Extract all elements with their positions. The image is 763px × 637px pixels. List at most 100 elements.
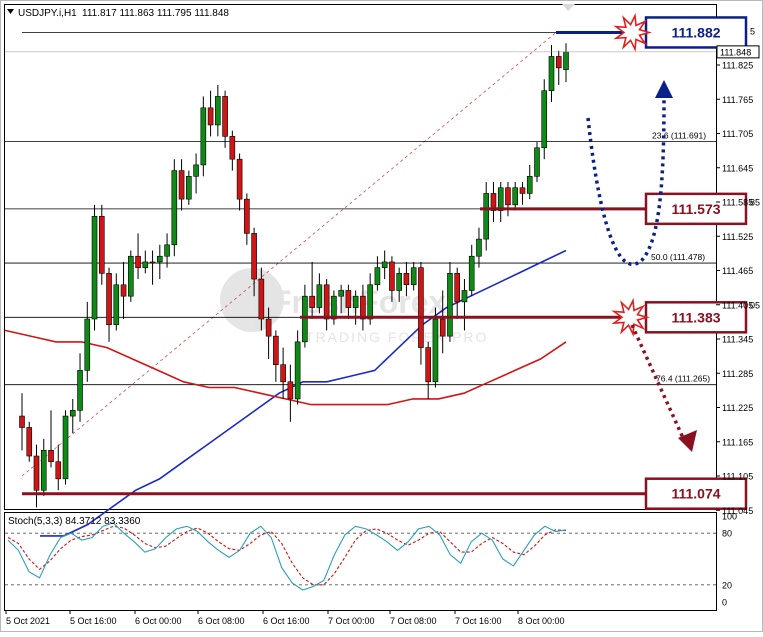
time-tick-label: 5 Oct 16:00 — [70, 616, 117, 626]
candle — [98, 204, 105, 285]
candle-body — [258, 278, 265, 320]
candle — [200, 96, 207, 177]
candle-body — [367, 284, 373, 320]
candle-body — [410, 267, 417, 286]
time-tick-label: 6 Oct 00:00 — [135, 616, 182, 626]
candle-body — [302, 295, 308, 343]
price-tick-label: 111.705 — [722, 129, 753, 139]
candle-body — [236, 158, 243, 200]
price-tick-label: 111.225 — [722, 403, 753, 413]
price-tick-label: 111.585 — [722, 198, 753, 208]
candle-body — [62, 415, 69, 480]
candle-body — [26, 427, 33, 457]
candle-body — [483, 193, 490, 240]
candle — [171, 159, 178, 257]
stoch-level-label: 100 — [722, 512, 737, 522]
candle-body — [40, 450, 47, 491]
candle-body — [425, 347, 431, 383]
stoch-level-label: 0 — [722, 598, 727, 608]
candle-body — [323, 284, 330, 320]
candle-body — [207, 107, 214, 126]
candle — [447, 261, 453, 342]
candle-body — [497, 187, 504, 211]
stoch-level-label: 20 — [722, 580, 732, 590]
candle-body — [352, 295, 359, 308]
fib-level-label: 23.6 (111.691) — [652, 130, 706, 140]
candle-body — [476, 238, 482, 257]
candle-body — [548, 56, 555, 91]
watermark-tagline: TRADING FOREX PRO — [305, 329, 488, 345]
candle-body — [432, 318, 439, 383]
candle-body — [439, 318, 446, 337]
candle-body — [106, 273, 112, 326]
candle-body — [142, 261, 149, 268]
candle — [62, 410, 69, 485]
candle-body — [164, 244, 170, 257]
price-plot-area[interactable] — [4, 4, 717, 510]
candle-body — [265, 318, 272, 337]
candle — [26, 421, 33, 462]
price-tick-label: 111.765 — [722, 95, 753, 105]
candle-body — [519, 187, 526, 194]
candle-body — [69, 410, 76, 417]
time-tick-label: 7 Oct 00:00 — [328, 616, 375, 626]
price-tick-label: 111.105 — [722, 472, 753, 482]
price-tick-label: 111.165 — [722, 437, 753, 447]
candle-body — [19, 415, 25, 428]
chart-svg: FreshForex TRADING FOREX PRO 23.6 (111.6… — [0, 0, 763, 632]
candle-body — [294, 341, 301, 400]
candle-body — [222, 96, 228, 137]
ohlc-label: 111.817 111.863 111.795 111.848 — [82, 8, 229, 19]
candle-body — [229, 136, 236, 160]
chart-window: FreshForex TRADING FOREX PRO 23.6 (111.6… — [0, 0, 763, 632]
price-tick-label: 111.525 — [722, 232, 753, 242]
candle-body — [403, 273, 410, 286]
candle-body — [447, 273, 453, 337]
candle-body — [555, 56, 562, 69]
candle-body — [178, 170, 185, 200]
candle-body — [360, 295, 366, 320]
candle-body — [215, 96, 221, 126]
candle — [128, 250, 134, 302]
time-tick-label: 6 Oct 16:00 — [263, 616, 310, 626]
candle-body — [512, 187, 519, 206]
price-tick-label-partial: 85 — [750, 198, 760, 208]
candle-body — [563, 51, 569, 70]
current-price-label: 111.848 — [720, 47, 751, 57]
fib-level-label: 50.0 (111.478) — [651, 252, 705, 262]
candle-body — [534, 147, 540, 177]
candle — [432, 307, 439, 388]
time-tick-label: 5 Oct 2021 — [6, 616, 50, 626]
key-level-label: 111.882 — [671, 24, 720, 40]
candle-body — [396, 273, 402, 291]
candle-body — [33, 455, 40, 491]
candle-body — [77, 370, 83, 411]
candle-body — [200, 107, 207, 166]
time-tick-label: 7 Oct 16:00 — [455, 616, 502, 626]
candle-body — [186, 176, 192, 200]
candle-body — [309, 295, 315, 308]
price-tick-label: 111.345 — [722, 335, 753, 345]
candle-body — [287, 381, 294, 400]
candle-body — [526, 176, 533, 194]
candle-body — [316, 284, 323, 308]
candle-body — [541, 90, 548, 149]
price-tick-label: 111.465 — [722, 266, 753, 276]
candle-body — [418, 267, 424, 348]
candle-body — [113, 284, 120, 326]
candle-body — [55, 461, 62, 480]
candle-body — [461, 290, 468, 303]
key-level-label: 111.074 — [671, 486, 720, 502]
candle-body — [338, 290, 344, 297]
candle-body — [135, 255, 141, 268]
candle-body — [468, 255, 475, 291]
price-tick-label-partial: 5 — [750, 26, 755, 36]
candle-body — [381, 261, 388, 268]
candle-body — [374, 267, 381, 286]
candle-body — [120, 284, 127, 297]
stoch-level-label: 80 — [722, 529, 732, 539]
candle-body — [389, 261, 395, 291]
stoch-label: Stoch(5,3,3) 84.3712 83.3360 — [8, 516, 141, 527]
candle-body — [244, 198, 250, 234]
candle-body — [128, 255, 134, 297]
